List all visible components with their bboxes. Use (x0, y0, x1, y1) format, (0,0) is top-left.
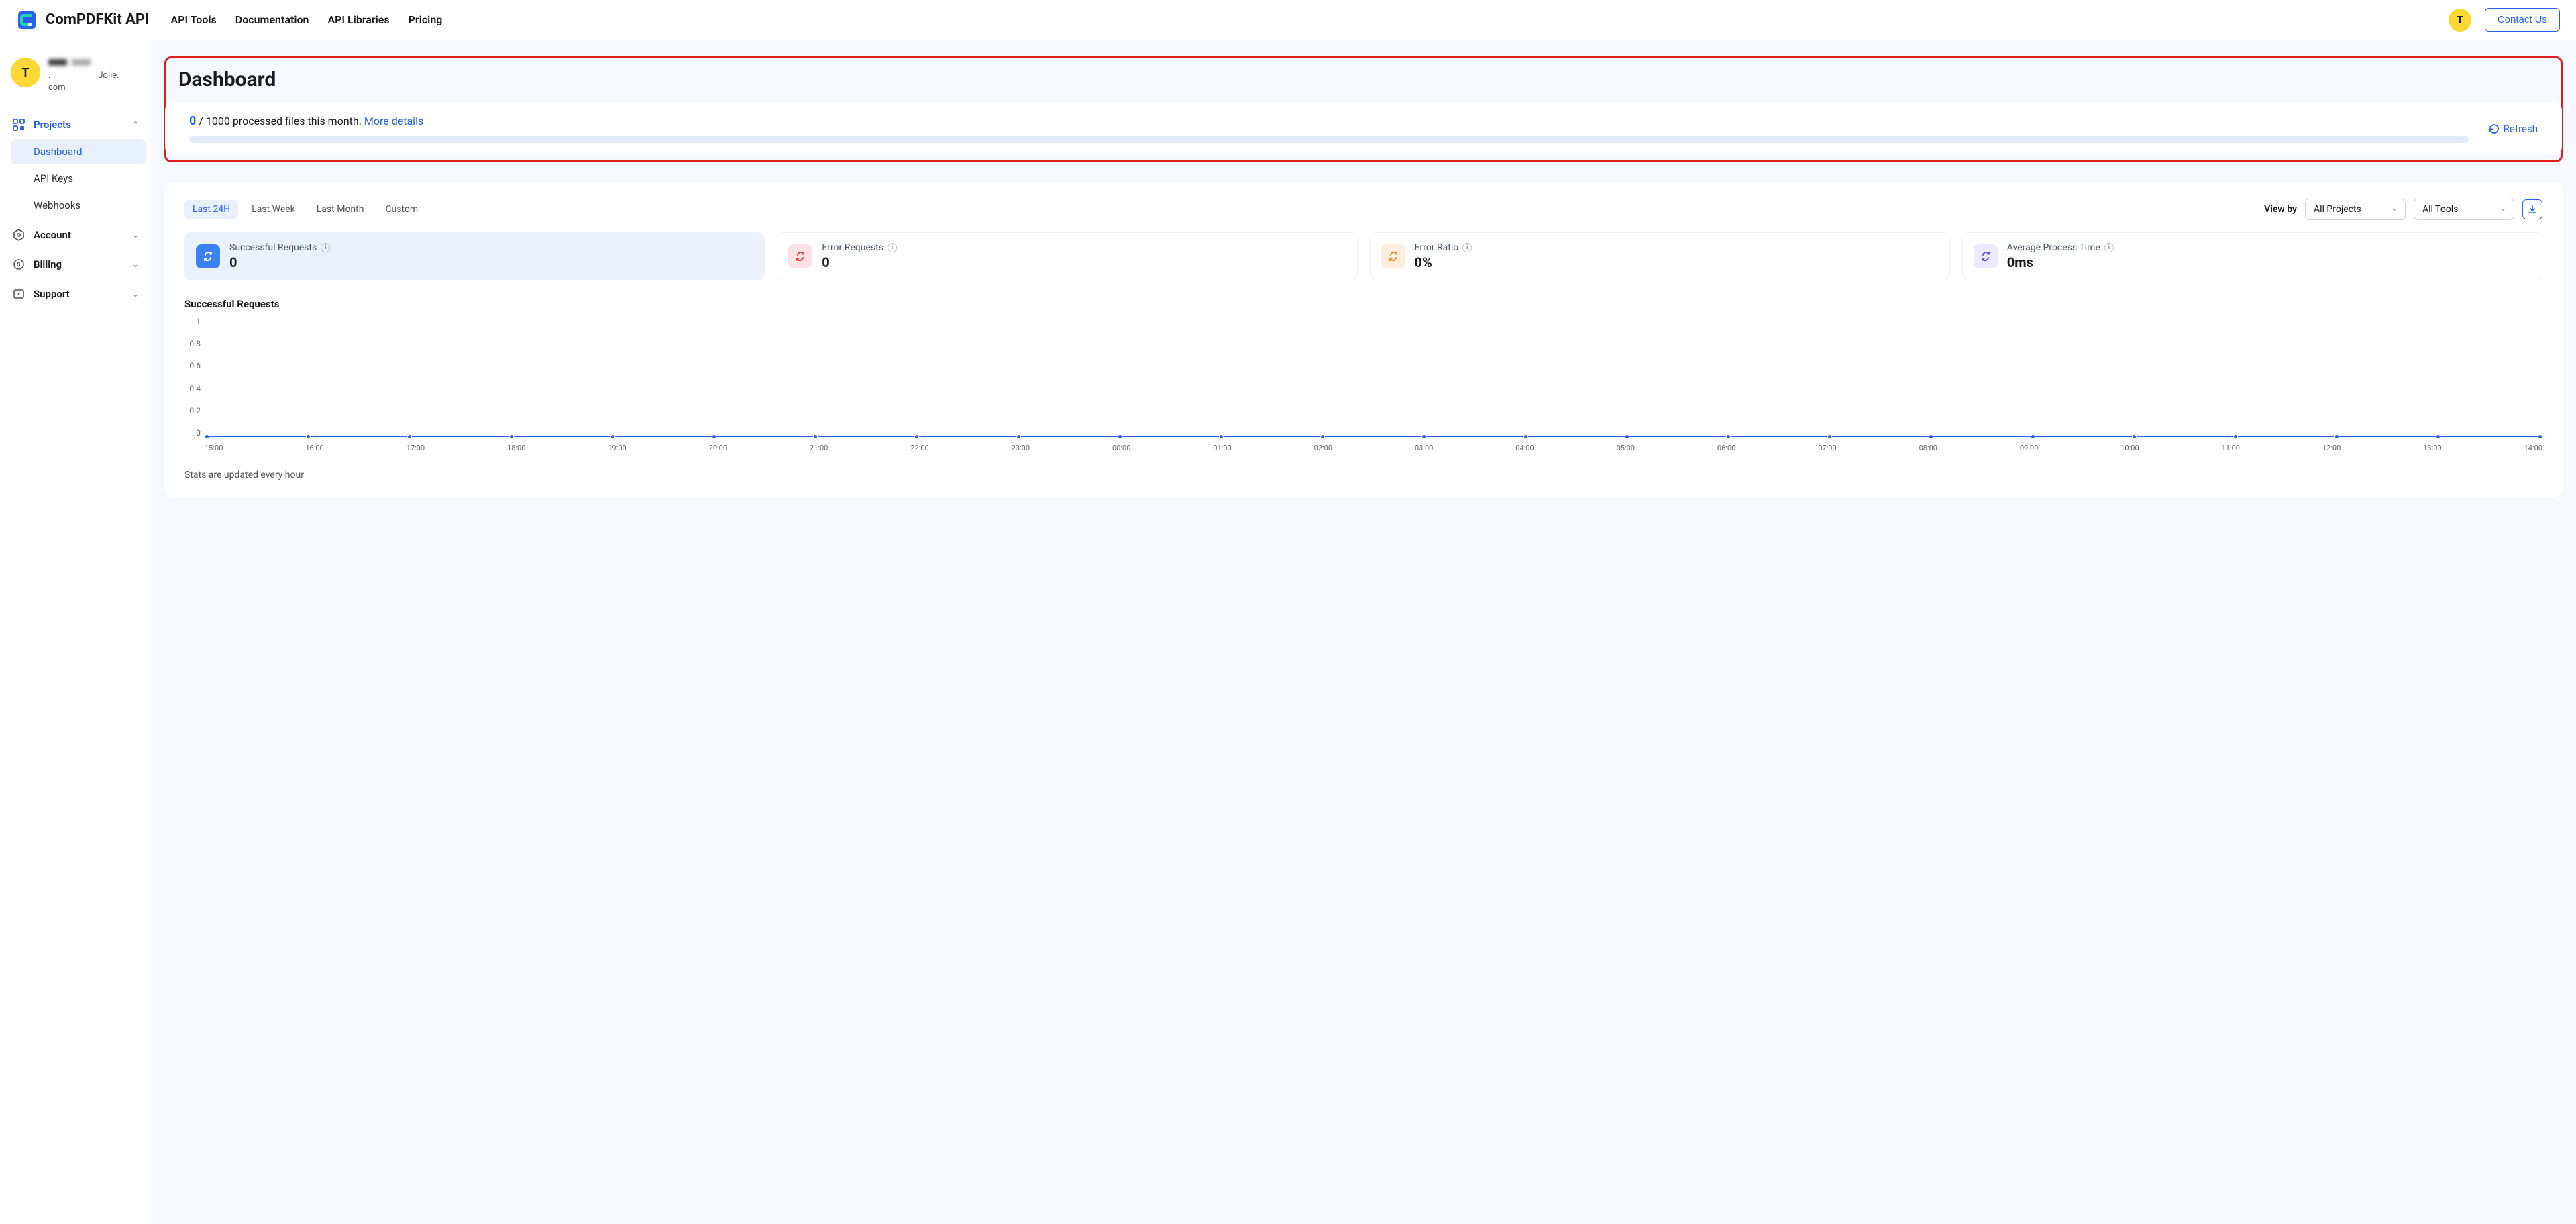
refresh-button[interactable]: Refresh (2489, 123, 2538, 135)
stat-label: Successful Requests (229, 242, 317, 253)
brand-name: ComPDFKit API (46, 11, 150, 28)
sidebar-section-label: Account (34, 229, 71, 241)
chevron-down-icon: ⌄ (132, 230, 139, 240)
sidebar: T . Jolie. com Projects ⌃ Dashboard API … (0, 40, 151, 1224)
nav-documentation[interactable]: Documentation (235, 13, 309, 26)
page-title: Dashboard (166, 58, 2561, 103)
top-nav: API Tools Documentation API Libraries Pr… (171, 13, 443, 26)
top-header: ComPDFKit API API Tools Documentation AP… (0, 0, 2576, 40)
contact-us-button[interactable]: Contact Us (2485, 8, 2560, 32)
billing-icon: $ (12, 258, 25, 270)
line-chart: 10.80.60.40.20 15:0016:0017:0018:0019:00… (205, 317, 2542, 451)
header-right: T Contact Us (2449, 8, 2560, 32)
sidebar-item-api-keys[interactable]: API Keys (11, 166, 146, 191)
info-icon[interactable]: i (888, 243, 897, 252)
stat-value: 0 (822, 254, 897, 270)
range-tab-month[interactable]: Last Month (309, 200, 372, 219)
chart-x-ticks: 15:0016:0017:0018:0019:0020:0021:0022:00… (205, 444, 2542, 452)
stat-avg-time[interactable]: Average Process Time i 0ms (1962, 232, 2542, 280)
stat-label: Error Ratio (1415, 242, 1459, 253)
usage-card: 0 / 1000 processed files this month. Mor… (165, 103, 2562, 154)
swap-icon (196, 244, 220, 268)
time-range-tabs: Last 24H Last Week Last Month Custom (184, 200, 426, 219)
sidebar-section-billing[interactable]: $ Billing ⌄ (5, 252, 146, 277)
viewby-label: View by (2264, 204, 2297, 215)
account-icon (12, 229, 25, 241)
range-tab-week[interactable]: Last Week (244, 200, 303, 219)
chart-data-points (205, 434, 2542, 439)
usage-progress-bar (189, 136, 2469, 143)
nav-pricing[interactable]: Pricing (409, 13, 443, 26)
download-icon (2527, 204, 2538, 215)
sidebar-section-label: Projects (34, 119, 71, 131)
sidebar-item-webhooks[interactable]: Webhooks (11, 193, 146, 218)
stat-value: 0% (1415, 254, 1472, 270)
chart-title: Successful Requests (184, 298, 2542, 310)
projects-select[interactable]: All Projects (2305, 199, 2406, 220)
refresh-icon (2489, 123, 2500, 134)
tools-select[interactable]: All Tools (2414, 199, 2514, 220)
stat-successful[interactable]: Successful Requests i 0 (184, 232, 765, 280)
chevron-up-icon: ⌃ (132, 120, 139, 130)
range-tab-24h[interactable]: Last 24H (184, 200, 238, 219)
sidebar-avatar[interactable]: T (11, 58, 40, 87)
info-icon[interactable]: i (1462, 243, 1472, 252)
usage-count: 0 (189, 114, 196, 128)
projects-icon (12, 119, 25, 131)
main-content: Dashboard 0 / 1000 processed files this … (151, 40, 2576, 1224)
svg-text:$: $ (17, 261, 20, 268)
nav-api-libraries[interactable]: API Libraries (327, 13, 389, 26)
stat-value: 0ms (2007, 254, 2114, 270)
chart-plot-area (205, 317, 2542, 438)
brand[interactable]: ComPDFKit API (16, 9, 150, 31)
chevron-down-icon: ⌄ (132, 260, 139, 269)
sidebar-item-dashboard[interactable]: Dashboard (11, 139, 146, 164)
stat-label: Average Process Time (2007, 242, 2100, 253)
sidebar-section-projects[interactable]: Projects ⌃ (5, 112, 146, 138)
header-avatar[interactable]: T (2449, 9, 2471, 32)
sidebar-user: T . Jolie. com (5, 52, 146, 108)
info-icon[interactable]: i (2104, 243, 2114, 252)
more-details-link[interactable]: More details (364, 115, 423, 128)
stat-label: Error Requests (822, 242, 883, 253)
nav-api-tools[interactable]: API Tools (171, 13, 217, 26)
stat-error-ratio[interactable]: Error Ratioi 0% (1370, 232, 1950, 280)
highlighted-region: Dashboard 0 / 1000 processed files this … (164, 56, 2563, 162)
sidebar-user-info: . Jolie. com (48, 58, 119, 95)
stats-card: Last 24H Last Week Last Month Custom Vie… (164, 183, 2563, 497)
stats-footnote: Stats are updated every hour (184, 470, 2542, 480)
info-icon[interactable]: i (321, 243, 330, 252)
range-tab-custom[interactable]: Custom (377, 200, 426, 219)
swap-icon (1381, 244, 1405, 268)
sidebar-section-account[interactable]: Account ⌄ (5, 222, 146, 248)
sidebar-section-label: Support (34, 288, 70, 300)
swap-icon (788, 244, 812, 268)
brand-logo-icon (16, 9, 38, 31)
swap-icon (1974, 244, 1998, 268)
usage-text: 0 / 1000 processed files this month. Mor… (189, 114, 2469, 128)
stat-value: 0 (229, 254, 330, 270)
sidebar-section-label: Billing (34, 258, 62, 270)
support-icon (12, 288, 25, 300)
chevron-down-icon: ⌄ (132, 289, 139, 299)
stat-errors[interactable]: Error Requests i 0 (777, 232, 1357, 280)
chart-y-ticks: 10.80.60.40.20 (186, 317, 201, 438)
sidebar-section-support[interactable]: Support ⌄ (5, 281, 146, 307)
download-button[interactable] (2522, 199, 2542, 219)
